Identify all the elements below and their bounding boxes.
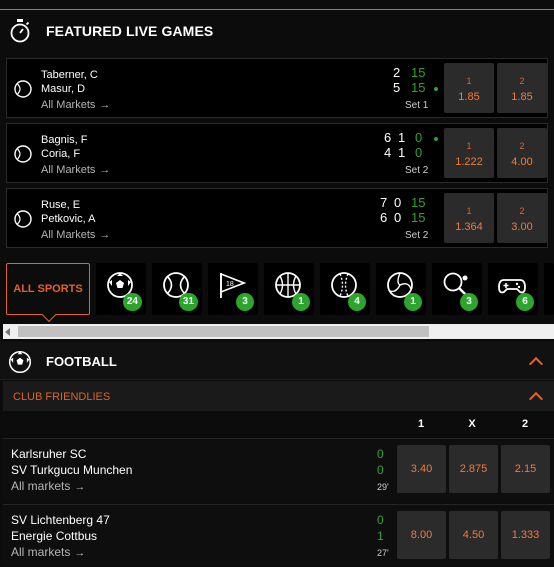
- match-minute: 27': [377, 548, 389, 558]
- player-home: Bagnis, F: [41, 134, 88, 146]
- set-label: Set 1: [405, 100, 429, 111]
- live-game-card[interactable]: Ruse, E Petkovic, A All Markets → 76 00 1…: [6, 188, 548, 248]
- collapse-chevron-icon[interactable]: [528, 391, 544, 407]
- all-markets-link[interactable]: All markets →: [11, 545, 85, 559]
- points-score: 15 15: [411, 65, 426, 95]
- team-away: SV Turkgucu Munchen: [11, 463, 133, 477]
- match-minute: 29': [377, 482, 389, 492]
- sport-tile-cricket[interactable]: 4: [320, 263, 370, 315]
- odds-button-1[interactable]: 1 1.364: [444, 193, 494, 243]
- set-label: Set 2: [405, 165, 429, 176]
- arrow-right-icon: →: [74, 547, 86, 559]
- scrollbar-thumb[interactable]: [18, 326, 429, 337]
- score-home: 0: [377, 447, 384, 461]
- league-title: CLUB FRIENDLIES: [13, 391, 111, 403]
- sport-tile-volleyball[interactable]: 1: [376, 263, 426, 315]
- sport-tile-basketball[interactable]: 1: [264, 263, 314, 315]
- odds-button-2[interactable]: 2 3.00: [497, 193, 547, 243]
- score-away: 0: [377, 463, 384, 477]
- player-away: Petkovic, A: [41, 213, 96, 225]
- team-away: Energie Cottbus: [11, 529, 98, 543]
- sport-count-badge: 3: [460, 293, 478, 311]
- arrow-right-icon: →: [99, 99, 111, 111]
- column-draw: X: [468, 418, 476, 430]
- sport-tile-esports[interactable]: 6: [488, 263, 538, 315]
- sports-carousel: ALL SPORTS 24 31 18 3 1 4 1 3 6: [0, 258, 554, 324]
- match-row[interactable]: SV Lichtenberg 47 Energie Cottbus All ma…: [3, 504, 554, 566]
- sport-count-badge: 31: [178, 293, 198, 311]
- match-row[interactable]: Karlsruher SC SV Turkgucu Munchen All ma…: [3, 438, 554, 500]
- sport-count-badge: 1: [404, 293, 422, 311]
- points-score: 15 15: [411, 195, 426, 225]
- collapse-chevron-icon[interactable]: [528, 356, 544, 372]
- set1-score: 64: [384, 130, 392, 160]
- odds-button-1[interactable]: 1 1.85: [444, 63, 494, 113]
- league-header[interactable]: CLUB FRIENDLIES: [3, 381, 554, 411]
- sport-count-badge: 1: [292, 293, 310, 311]
- tennis-ball-icon: [14, 80, 32, 98]
- live-game-card[interactable]: Bagnis, F Coria, F All Markets → 64 11 00…: [6, 123, 548, 183]
- scroll-left-arrow-icon[interactable]: [5, 328, 10, 336]
- set2-score: 00: [394, 195, 402, 225]
- serve-indicator: [434, 87, 438, 91]
- football-icon: [8, 350, 32, 374]
- arrow-right-icon: →: [74, 481, 86, 493]
- sport-tile-table-tennis[interactable]: 3: [432, 263, 482, 315]
- tennis-ball-icon: [14, 145, 32, 163]
- team-home: Karlsruher SC: [11, 447, 87, 461]
- stopwatch-icon: [10, 19, 30, 43]
- games-score: 25: [393, 65, 401, 95]
- featured-title: FEATURED LIVE GAMES: [46, 23, 214, 39]
- column-home: 1: [417, 418, 425, 430]
- player-home: Ruse, E: [41, 199, 81, 211]
- set2-score: 11: [398, 130, 406, 160]
- odds-button-away[interactable]: 2.15: [501, 445, 550, 493]
- sport-tile-tennis[interactable]: 31: [152, 263, 202, 315]
- live-game-card[interactable]: Taberner, C Masur, D All Markets → 25 15 1…: [6, 58, 548, 118]
- score-away: 1: [377, 529, 384, 543]
- arrow-right-icon: →: [99, 229, 111, 241]
- odds-button-2[interactable]: 2 4.00: [497, 128, 547, 178]
- sport-count-badge: 4: [348, 293, 366, 311]
- points-score: 00: [415, 130, 423, 160]
- player-home: Taberner, C: [41, 69, 98, 81]
- football-title: FOOTBALL: [46, 354, 117, 369]
- sport-tile-partial[interactable]: [544, 263, 554, 315]
- sport-tile-golf[interactable]: 18 3: [208, 263, 258, 315]
- odds-button-2[interactable]: 2 1.85: [497, 63, 547, 113]
- sport-tile-football[interactable]: 24: [96, 263, 146, 315]
- odds-button-1[interactable]: 1 1.222: [444, 128, 494, 178]
- sport-count-badge: 24: [122, 293, 142, 311]
- tennis-ball-icon: [14, 210, 32, 228]
- set-label: Set 2: [405, 230, 429, 241]
- column-away: 2: [521, 418, 529, 430]
- team-home: SV Lichtenberg 47: [11, 513, 110, 527]
- sport-count-badge: 3: [236, 293, 254, 311]
- odds-button-away[interactable]: 1.333: [501, 511, 550, 559]
- sport-count-badge: 6: [516, 293, 534, 311]
- featured-live-games-header: FEATURED LIVE GAMES: [0, 10, 554, 52]
- set1-score: 76: [380, 195, 388, 225]
- football-section-header[interactable]: FOOTBALL: [0, 342, 554, 380]
- player-away: Masur, D: [41, 83, 86, 95]
- odds-button-draw[interactable]: 2.875: [449, 445, 498, 493]
- sports-scrollbar[interactable]: [3, 324, 554, 339]
- svg-text:18: 18: [226, 281, 234, 288]
- arrow-right-icon: →: [99, 164, 111, 176]
- all-markets-link[interactable]: All Markets →: [41, 99, 110, 111]
- all-markets-link[interactable]: All markets →: [11, 479, 85, 493]
- all-markets-link[interactable]: All Markets →: [41, 229, 110, 241]
- odds-button-draw[interactable]: 4.50: [449, 511, 498, 559]
- active-tab-pointer: [41, 307, 57, 323]
- serve-indicator: [434, 137, 438, 141]
- odds-button-home[interactable]: 8.00: [397, 511, 446, 559]
- all-sports-tab[interactable]: ALL SPORTS: [6, 263, 90, 323]
- player-away: Coria, F: [41, 148, 81, 160]
- all-markets-link[interactable]: All Markets →: [41, 164, 110, 176]
- score-home: 0: [377, 513, 384, 527]
- odds-button-home[interactable]: 3.40: [397, 445, 446, 493]
